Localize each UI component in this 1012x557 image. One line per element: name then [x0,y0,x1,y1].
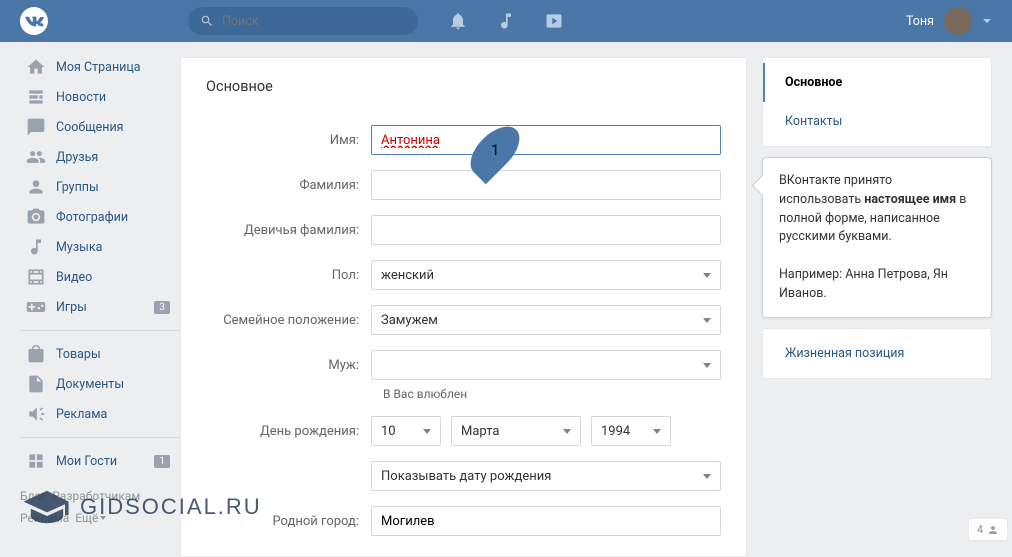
video-play-icon[interactable] [544,11,564,31]
label-first-name: Имя: [206,133,371,148]
home-icon [26,57,46,77]
person-icon [987,524,999,536]
main-panel: Основное Имя: Фамилия: Девичья фамилия: … [180,57,747,557]
nav-video[interactable]: Видео [20,262,180,292]
label-marital: Семейное положение: [206,313,371,328]
select-sex[interactable]: женский [371,260,721,290]
nav-games[interactable]: Игры3 [20,292,180,322]
label-maiden: Девичья фамилия: [206,223,371,238]
docs-icon [26,374,46,394]
music-note-icon [26,237,46,257]
select-year[interactable]: 1994 [591,416,671,446]
avatar [944,7,972,35]
nav-ads[interactable]: Реклама [20,399,180,429]
corner-notification[interactable]: 4 [968,518,1008,541]
input-maiden[interactable] [371,215,721,245]
chevron-down-icon [703,318,711,323]
chevron-down-icon [982,16,992,26]
page-title: Основное [206,78,721,95]
vk-logo-icon[interactable] [20,7,48,35]
select-spouse[interactable] [371,350,721,380]
grad-cap-icon [20,487,74,527]
tab-main[interactable]: Основное [763,63,991,102]
msg-icon [26,117,46,137]
search-box[interactable] [188,7,418,35]
nav-music[interactable]: Музыка [20,232,180,262]
nav-market[interactable]: Товары [20,339,180,369]
tabs-panel: Основное Контакты [762,57,992,147]
watermark: GIDSOCIAL.RU [20,487,262,527]
left-nav: Моя Страница Новости Сообщения Друзья Гр… [20,42,180,557]
market-icon [26,344,46,364]
chevron-down-icon [423,429,431,434]
label-spouse: Муж: [206,358,371,373]
chevron-down-icon [703,363,711,368]
music-icon[interactable] [496,11,516,31]
nav-guests[interactable]: Мои Гости1 [20,446,180,476]
chevron-down-icon [703,474,711,479]
user-menu[interactable]: Тоня [906,7,992,35]
groups-icon [26,177,46,197]
search-icon [200,14,214,28]
search-input[interactable] [222,14,381,29]
photo-icon [26,207,46,227]
nav-messages[interactable]: Сообщения [20,112,180,142]
input-first-name[interactable] [371,125,721,155]
chevron-down-icon [563,429,571,434]
inlove-label: В Вас влюблен [383,387,721,401]
label-last-name: Фамилия: [206,178,371,193]
badge: 3 [154,301,170,314]
tab-contacts[interactable]: Контакты [763,102,991,141]
games-icon [26,297,46,317]
badge: 1 [154,455,170,468]
header-bar: Тоня [0,0,1012,42]
tab-life[interactable]: Жизненная позиция [763,334,991,373]
nav-docs[interactable]: Документы [20,369,180,399]
select-month[interactable]: Марта [451,416,581,446]
select-marital[interactable]: Замужем [371,305,721,335]
nav-friends[interactable]: Друзья [20,142,180,172]
select-day[interactable]: 10 [371,416,441,446]
nav-news[interactable]: Новости [20,82,180,112]
video-icon [26,267,46,287]
friends-icon [26,147,46,167]
nav-groups[interactable]: Группы [20,172,180,202]
name-tooltip: ВКонтакте принято использовать настоящее… [762,157,992,318]
input-last-name[interactable] [371,170,721,200]
tabs-panel-2: Жизненная позиция [762,328,992,379]
chevron-down-icon [703,273,711,278]
guests-icon [26,451,46,471]
nav-my-page[interactable]: Моя Страница [20,52,180,82]
label-sex: Пол: [206,268,371,283]
chevron-down-icon [653,429,661,434]
ads-icon [26,404,46,424]
bell-icon[interactable] [448,11,468,31]
label-bday: День рождения: [206,424,371,439]
news-icon [26,87,46,107]
input-hometown[interactable] [371,506,721,536]
nav-photos[interactable]: Фотографии [20,202,180,232]
select-show-bday[interactable]: Показывать дату рождения [371,461,721,491]
username: Тоня [906,14,934,29]
